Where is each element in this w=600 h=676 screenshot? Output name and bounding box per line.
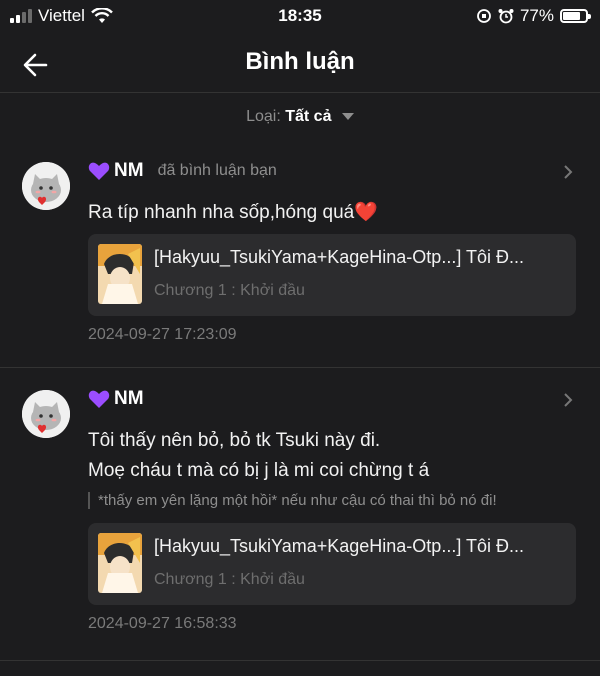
- battery-icon: [560, 9, 591, 23]
- story-title: [Hakyuu_TsukiYama+KageHina-Otp...] Tôi Đ…: [154, 536, 525, 556]
- comment-action: đã bình luận bạn: [157, 162, 277, 179]
- chapter-card[interactable]: [Hakyuu_TsukiYama+KageHina-Otp...] Tôi Đ…: [88, 234, 576, 316]
- avatar[interactable]: [22, 162, 70, 210]
- quoted-text: *thấy em yên lặng một hồi* nếu như cậu c…: [88, 492, 497, 509]
- chapter-card[interactable]: [Hakyuu_TsukiYama+KageHina-Otp...] Tôi Đ…: [88, 523, 576, 605]
- status-bar: Viettel 18:35 77%: [0, 0, 600, 34]
- page-title: Bình luận: [245, 48, 355, 75]
- story-title: [Hakyuu_TsukiYama+KageHina-Otp...] Tôi Đ…: [154, 247, 525, 267]
- caret-down-icon: [341, 113, 354, 121]
- battery-percent: 77%: [519, 6, 554, 25]
- comment-timestamp: 2024-09-27 16:58:33: [88, 615, 237, 632]
- alarm-icon: [498, 9, 514, 24]
- purple-heart-icon: [88, 162, 110, 180]
- chevron-right-icon[interactable]: [562, 164, 574, 180]
- avatar[interactable]: [22, 390, 70, 438]
- comment-item[interactable]: NM đã bình luận bạn Ra típ nhanh nha sốp…: [0, 152, 600, 362]
- filter-label: Loại:: [246, 108, 281, 125]
- nav-header: Bình luận: [0, 36, 600, 93]
- orientation-lock-icon: [477, 9, 491, 23]
- comment-text: Ra típ nhanh nha sốp,hóng quá❤️: [88, 202, 378, 223]
- chapter-label: Chương 1 : Khởi đầu: [154, 571, 305, 588]
- comment-text: Tôi thấy nên bỏ, bỏ tk Tsuki này đi. Moẹ…: [88, 430, 430, 481]
- username-row: NM: [88, 388, 144, 410]
- cat-avatar-icon: [22, 390, 70, 438]
- story-cover-image: [98, 244, 142, 304]
- filter-value: Tất cả: [285, 108, 332, 125]
- chevron-right-icon[interactable]: [562, 392, 574, 408]
- chapter-label: Chương 1 : Khởi đầu: [154, 282, 305, 299]
- cat-avatar-icon: [22, 162, 70, 210]
- divider: [0, 367, 600, 368]
- username[interactable]: NM: [114, 160, 144, 182]
- comment-item[interactable]: NM Tôi thấy nên bỏ, bỏ tk Tsuki này đi. …: [0, 378, 600, 676]
- story-cover-image: [98, 533, 142, 593]
- username-row: NM đã bình luận bạn: [88, 160, 277, 182]
- purple-heart-icon: [88, 390, 110, 408]
- filter-dropdown[interactable]: Loại: Tất cả: [0, 108, 600, 126]
- username[interactable]: NM: [114, 388, 144, 410]
- divider: [0, 660, 600, 661]
- comment-timestamp: 2024-09-27 17:23:09: [88, 326, 237, 343]
